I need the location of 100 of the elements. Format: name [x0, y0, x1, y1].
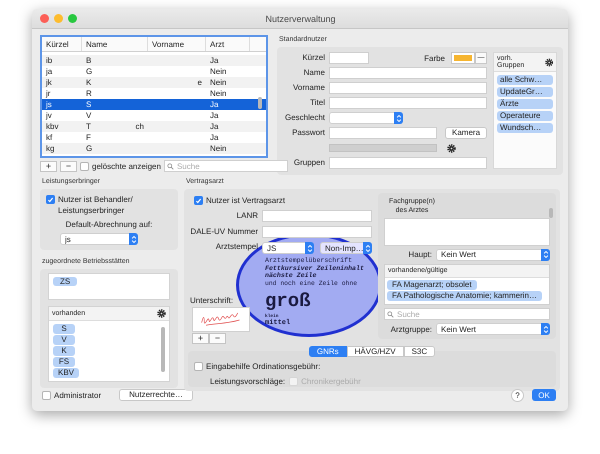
table-row[interactable]: jv V Ja — [42, 110, 266, 121]
table-cell: Nein — [210, 78, 226, 87]
text-area[interactable] — [384, 218, 550, 246]
input-field[interactable] — [262, 210, 372, 222]
table-row[interactable]: jk K e Nein — [42, 77, 266, 88]
table-cell: S — [86, 100, 92, 109]
tag[interactable]: KBV — [53, 368, 80, 378]
stepper-icon — [305, 242, 314, 254]
column-header[interactable]: Vorname — [148, 37, 206, 51]
tab[interactable]: S3C — [404, 346, 436, 357]
table-cell: Ja — [210, 133, 218, 142]
zoom-button[interactable] — [68, 14, 77, 23]
tab[interactable]: GNRs — [308, 346, 347, 357]
checkbox[interactable] — [194, 196, 203, 205]
field-label: Leistungsvorschläge: — [210, 377, 286, 386]
table-cell: R — [86, 89, 92, 98]
field-label: Unterschrift: — [189, 296, 234, 305]
tag[interactable]: FA Magenarzt; obsolet — [387, 280, 477, 290]
tag[interactable]: ZS — [53, 277, 78, 286]
dropdown[interactable]: Non-Imp… — [320, 242, 372, 254]
input-field[interactable] — [329, 67, 488, 79]
table-row[interactable]: kf F Ja — [42, 132, 266, 143]
checkbox[interactable] — [42, 390, 51, 400]
input-field[interactable] — [329, 157, 488, 169]
close-button[interactable] — [40, 14, 49, 23]
dropdown[interactable]: js — [60, 233, 138, 245]
table-cell: Ja — [210, 100, 218, 109]
gear-icon — [447, 144, 456, 152]
table-cell: B — [86, 56, 92, 65]
tab[interactable]: HÄVG/HZV — [346, 346, 404, 357]
table-cell: jv — [46, 111, 52, 120]
stepper-icon — [541, 248, 550, 261]
dropdown[interactable] — [329, 112, 403, 124]
dropdown[interactable]: Kein Wert — [436, 248, 550, 261]
tag[interactable]: FS — [53, 357, 75, 367]
column-header[interactable]: Name — [82, 37, 148, 51]
input-field[interactable] — [329, 97, 488, 109]
remove-button[interactable]: − — [209, 333, 226, 344]
tag[interactable]: S — [53, 324, 75, 334]
table-row[interactable]: ib B Ja — [42, 55, 266, 66]
input-field[interactable] — [262, 226, 372, 238]
table-cell: kg — [46, 144, 54, 153]
tag[interactable]: Ärzte — [497, 99, 554, 109]
column-header[interactable]: Kürzel — [42, 37, 82, 51]
minimize-button[interactable] — [54, 14, 63, 23]
table-cell: K — [86, 78, 92, 87]
table-cell: ja — [46, 67, 52, 76]
field-label: Kürzel — [301, 52, 325, 64]
ok-button[interactable]: OK — [532, 389, 556, 401]
tag[interactable]: FA Pathologische Anatomie; kammerin… — [387, 290, 542, 301]
input-field[interactable] — [329, 127, 437, 139]
remove-button[interactable]: − — [60, 160, 77, 172]
column-header[interactable]: Arzt — [206, 37, 250, 51]
scroll-thumb[interactable] — [258, 97, 262, 109]
scroll-thumb[interactable] — [549, 208, 553, 218]
input-field[interactable] — [329, 82, 488, 94]
add-button[interactable]: + — [192, 333, 209, 344]
table-cell: Ja — [210, 122, 218, 131]
add-button[interactable]: + — [40, 160, 57, 172]
table-cell: Nein — [210, 144, 226, 153]
tag[interactable]: Operateure — [497, 111, 554, 121]
tag[interactable]: alle Schw… — [497, 75, 554, 85]
input-field[interactable] — [329, 52, 369, 64]
table-row[interactable]: jr R Nein — [42, 88, 266, 99]
tag[interactable]: Wundsch… — [497, 123, 554, 133]
checkbox[interactable] — [194, 362, 203, 371]
camera-button[interactable]: Kamera — [445, 127, 488, 139]
gear-icon — [544, 58, 554, 66]
stepper-icon — [541, 323, 550, 335]
table-row[interactable]: kg G Nein — [42, 143, 266, 154]
table-cell: Nein — [210, 89, 226, 98]
field-label: DALE-UV Nummer — [189, 226, 258, 238]
tag[interactable]: UpdateGr… — [497, 87, 554, 97]
table-cell: V — [86, 111, 92, 120]
scroll-thumb[interactable] — [161, 327, 165, 372]
stamp-line: groß — [265, 291, 312, 312]
field-label: LANR — [236, 210, 258, 222]
field-label: Haupt: — [407, 250, 432, 260]
checkbox-label: Administrator — [54, 390, 102, 400]
checkbox-label: Nutzer ist Behandler/ Leistungserbringer — [58, 194, 134, 216]
rights-button[interactable]: Nutzerrechte… — [119, 389, 193, 401]
tag[interactable]: V — [53, 335, 75, 345]
search-field[interactable]: Suche — [384, 308, 550, 320]
field-label: Arztgruppe: — [390, 324, 432, 334]
table-row[interactable]: kbv T ch Ja — [42, 121, 266, 132]
table-row[interactable]: js S Ja — [42, 99, 266, 110]
dropdown[interactable]: JS — [262, 242, 314, 254]
table-cell: js — [46, 100, 52, 109]
dropdown[interactable]: Kein Wert — [436, 323, 550, 335]
search-field[interactable]: Suche — [164, 160, 288, 172]
checkbox[interactable] — [80, 162, 89, 170]
table-cell: kf — [46, 133, 52, 142]
window-title: Nutzerverwaltung — [264, 14, 337, 24]
field-label: Gruppen — [292, 157, 325, 169]
table-cell: G — [86, 144, 92, 153]
checkbox[interactable] — [46, 195, 55, 204]
table-row[interactable]: ja G Nein — [42, 66, 266, 77]
table-cell: Ja — [210, 56, 218, 65]
tag[interactable]: K — [53, 346, 75, 356]
color-well[interactable] — [451, 52, 476, 64]
